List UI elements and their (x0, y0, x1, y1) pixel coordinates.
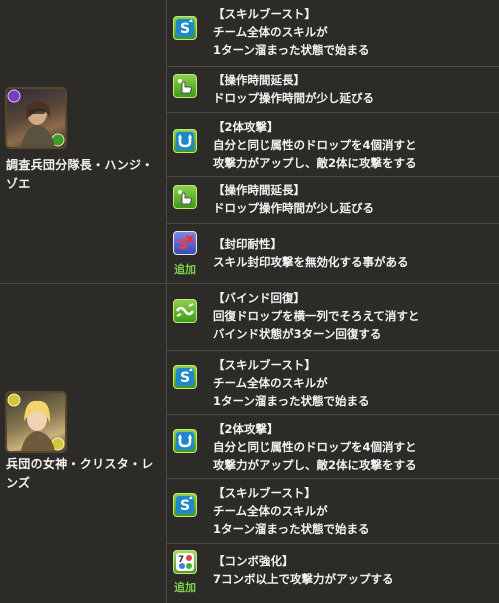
character-name: 調査兵団分隊長・ハンジ・ゾエ (6, 158, 154, 191)
character-name: 兵団の女神・クリスタ・レンズ (6, 457, 154, 490)
awakening-desc: チーム全体のスキルが 1ターン溜まった状態で始まる (213, 376, 370, 408)
awakening-desc: スキル封印攻撃を無効化する事がある (213, 255, 409, 269)
character-cell: 調査兵団分隊長・ハンジ・ゾエ (0, 0, 166, 283)
skill-bind-resist-icon[interactable]: S (173, 231, 197, 255)
hange-portrait-icon[interactable] (5, 87, 67, 149)
awakening-title: 【スキルブースト】 (213, 486, 316, 500)
awakening-desc: ドロップ操作時間が少し延びる (213, 91, 374, 105)
recover-bind-icon[interactable] (173, 299, 197, 323)
awakening-row: 【バインド回復】 回復ドロップを横一列でそろえて消すと バインド状態が3ターン回… (167, 284, 499, 350)
svg-text:S: S (180, 21, 190, 37)
two-pronged-attack-icon[interactable] (173, 429, 197, 453)
awakening-title: 【操作時間延長】 (213, 73, 305, 87)
awakening-row: 【操作時間延長】 ドロップ操作時間が少し延びる (167, 67, 499, 112)
awakening-title: 【操作時間延長】 (213, 183, 305, 197)
awakening-table: 調査兵団分隊長・ハンジ・ゾエ 兵団の女神・クリスタ・レンズ S 【スキルブースト… (0, 0, 499, 603)
awakening-desc: チーム全体のスキルが 1ターン溜まった状態で始まる (213, 504, 370, 536)
svg-text:S: S (178, 237, 188, 253)
awakening-row: 【2体攻撃】 自分と同じ属性のドロップを4個消すと 攻撃力がアップし、敵2体に攻… (167, 113, 499, 176)
awakening-row: S 【スキルブースト】 チーム全体のスキルが 1ターン溜まった状態で始まる (167, 351, 499, 414)
skill-boost-icon[interactable]: S (173, 493, 197, 517)
awakening-title: 【2体攻撃】 (213, 422, 279, 436)
added-badge: 追加 (174, 263, 196, 276)
awakening-row: 7 追加 【コンボ強化】 7コンボ以上で攻撃力がアップする (167, 544, 499, 603)
added-badge: 追加 (174, 581, 196, 594)
skill-boost-icon[interactable]: S (173, 16, 197, 40)
svg-text:S: S (180, 370, 190, 386)
awakening-desc: 回復ドロップを横一列でそろえて消すと バインド状態が3ターン回復する (213, 309, 420, 341)
awakening-desc: 7コンボ以上で攻撃力がアップする (213, 572, 394, 586)
awakening-desc: 自分と同じ属性のドロップを4個消すと 攻撃力がアップし、敵2体に攻撃をする (213, 138, 417, 170)
krista-portrait-icon[interactable] (5, 391, 67, 453)
awakening-desc: チーム全体のスキルが 1ターン溜まった状態で始まる (213, 25, 370, 57)
awakening-title: 【バインド回復】 (213, 291, 305, 305)
awakening-title: 【2体攻撃】 (213, 120, 279, 134)
extend-time-icon[interactable] (173, 185, 197, 209)
awakening-title: 【封印耐性】 (213, 237, 282, 251)
awakening-title: 【コンボ強化】 (213, 554, 294, 568)
character-cell: 兵団の女神・クリスタ・レンズ (0, 284, 166, 603)
two-pronged-attack-icon[interactable] (173, 129, 197, 153)
awakening-desc: 自分と同じ属性のドロップを4個消すと 攻撃力がアップし、敵2体に攻撃をする (213, 440, 417, 472)
awakening-row: S 追加 【封印耐性】 スキル封印攻撃を無効化する事がある (167, 224, 499, 283)
awakening-row: S 【スキルブースト】 チーム全体のスキルが 1ターン溜まった状態で始まる (167, 0, 499, 66)
skill-boost-icon[interactable]: S (173, 365, 197, 389)
enhanced-combo-icon[interactable]: 7 (173, 550, 197, 574)
awakening-title: 【スキルブースト】 (213, 7, 316, 21)
awakening-title: 【スキルブースト】 (213, 358, 316, 372)
awakening-row: 【2体攻撃】 自分と同じ属性のドロップを4個消すと 攻撃力がアップし、敵2体に攻… (167, 415, 499, 478)
svg-text:S: S (180, 498, 190, 514)
awakening-row: 【操作時間延長】 ドロップ操作時間が少し延びる (167, 177, 499, 223)
awakening-desc: ドロップ操作時間が少し延びる (213, 201, 374, 215)
awakening-row: S 【スキルブースト】 チーム全体のスキルが 1ターン溜まった状態で始まる (167, 479, 499, 543)
extend-time-icon[interactable] (173, 74, 197, 98)
